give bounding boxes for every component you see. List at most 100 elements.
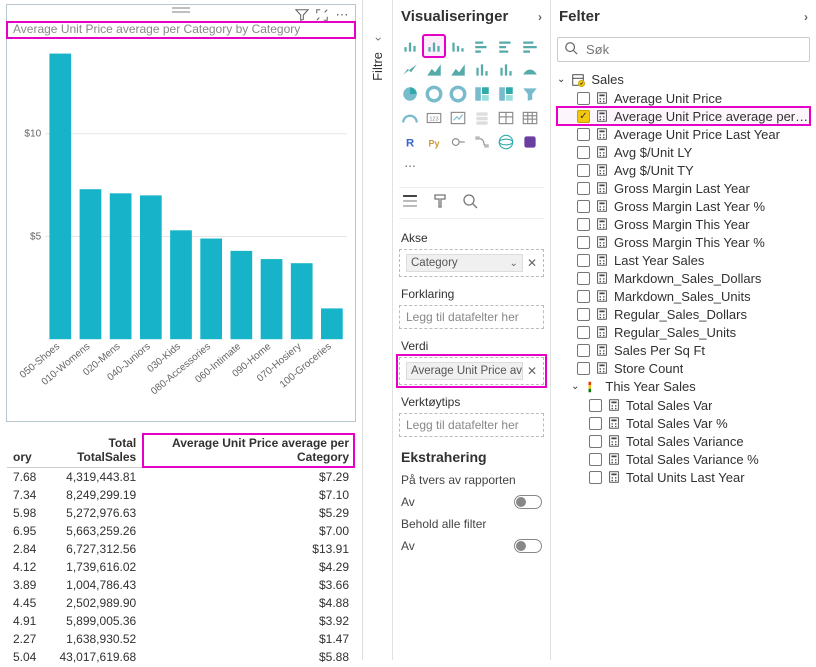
field-checkbox[interactable] xyxy=(577,128,590,141)
chevron-left-icon[interactable]: ‹ xyxy=(371,25,385,54)
viz-type-button[interactable] xyxy=(399,59,421,81)
table-node[interactable]: ⌄Sales xyxy=(557,70,810,89)
focus-mode-icon[interactable] xyxy=(315,8,329,22)
field-checkbox[interactable] xyxy=(589,435,602,448)
search-input[interactable] xyxy=(584,41,803,58)
viz-type-button[interactable] xyxy=(495,83,517,105)
field-item[interactable]: Average Unit Price Last Year xyxy=(557,125,810,143)
table-row[interactable]: 4.915,899,005.36$3.92 xyxy=(7,612,355,630)
viz-type-button[interactable] xyxy=(423,59,445,81)
legend-well[interactable]: Legg til datafelter her xyxy=(399,305,544,329)
bar-050-Shoes[interactable] xyxy=(49,54,71,340)
table-header[interactable]: Average Unit Price average per Category xyxy=(142,433,355,468)
filters-tab-label[interactable]: Filtre xyxy=(370,52,385,83)
field-checkbox[interactable] xyxy=(577,164,590,177)
keep-filters-toggle[interactable] xyxy=(514,539,542,553)
field-item[interactable]: Avg $/Unit TY xyxy=(557,161,810,179)
table-node[interactable]: ⌄This Year Sales xyxy=(557,377,810,396)
table-row[interactable]: 2.271,638,930.52$1.47 xyxy=(7,630,355,648)
field-checkbox[interactable] xyxy=(577,200,590,213)
remove-field-icon[interactable]: ✕ xyxy=(527,256,537,270)
field-item[interactable]: Gross Margin Last Year % xyxy=(557,197,810,215)
field-checkbox[interactable] xyxy=(577,362,590,375)
viz-type-button[interactable] xyxy=(495,131,517,153)
bar-040-Juniors[interactable] xyxy=(140,195,162,339)
field-item[interactable]: Total Sales Var xyxy=(557,396,810,414)
field-checkbox[interactable] xyxy=(577,326,590,339)
cross-report-toggle[interactable] xyxy=(514,495,542,509)
viz-type-button[interactable] xyxy=(519,59,541,81)
value-well[interactable]: Average Unit Price avera ⌄ ✕ xyxy=(399,357,544,385)
table-row[interactable]: 6.955,663,259.26$7.00 xyxy=(7,522,355,540)
field-item[interactable]: Total Sales Var % xyxy=(557,414,810,432)
viz-type-button[interactable] xyxy=(471,59,493,81)
fields-search[interactable] xyxy=(557,37,810,62)
field-checkbox[interactable] xyxy=(577,236,590,249)
viz-type-button[interactable] xyxy=(471,35,493,57)
analytics-tab-icon[interactable] xyxy=(461,192,479,210)
format-tab-icon[interactable] xyxy=(431,192,449,210)
field-item[interactable]: Markdown_Sales_Units xyxy=(557,287,810,305)
field-item[interactable]: Markdown_Sales_Dollars xyxy=(557,269,810,287)
field-item[interactable]: Gross Margin Last Year xyxy=(557,179,810,197)
viz-type-button[interactable] xyxy=(471,107,493,129)
table-header[interactable]: Total TotalSales xyxy=(42,433,142,468)
filter-icon[interactable] xyxy=(295,8,309,22)
table-row[interactable]: 4.121,739,616.02$4.29 xyxy=(7,558,355,576)
field-item[interactable]: Gross Margin This Year % xyxy=(557,233,810,251)
viz-type-button[interactable] xyxy=(495,107,517,129)
field-checkbox[interactable] xyxy=(577,218,590,231)
viz-type-button[interactable] xyxy=(471,83,493,105)
bar-030-Kids[interactable] xyxy=(170,230,192,339)
table-header[interactable]: ory xyxy=(7,433,42,468)
viz-type-button[interactable]: Py xyxy=(423,131,445,153)
table-row[interactable]: 4.452,502,989.90$4.88 xyxy=(7,594,355,612)
field-checkbox[interactable] xyxy=(577,272,590,285)
field-item[interactable]: Regular_Sales_Dollars xyxy=(557,305,810,323)
viz-type-button[interactable] xyxy=(519,107,541,129)
table-row[interactable]: 5.985,272,976.63$5.29 xyxy=(7,504,355,522)
bar-060-Intimate[interactable] xyxy=(230,251,252,339)
field-item[interactable]: Store Count xyxy=(557,359,810,377)
table-visual[interactable]: oryTotal TotalSalesAverage Unit Price av… xyxy=(6,432,356,667)
field-checkbox[interactable] xyxy=(577,290,590,303)
field-item[interactable]: Last Year Sales xyxy=(557,251,810,269)
field-item[interactable]: Total Units Last Year xyxy=(557,468,810,486)
viz-type-button[interactable] xyxy=(447,59,469,81)
field-item[interactable]: Total Sales Variance % xyxy=(557,450,810,468)
field-item[interactable]: Total Sales Variance xyxy=(557,432,810,450)
table-row[interactable]: 7.348,249,299.19$7.10 xyxy=(7,486,355,504)
viz-type-button[interactable] xyxy=(399,83,421,105)
table-row[interactable]: 7.684,319,443.81$7.29 xyxy=(7,468,355,487)
table-row[interactable]: 2.846,727,312.56$13.91 xyxy=(7,540,355,558)
field-item[interactable]: Gross Margin This Year xyxy=(557,215,810,233)
value-well-field[interactable]: Average Unit Price avera ⌄ xyxy=(406,362,523,380)
viz-type-button[interactable] xyxy=(423,83,445,105)
bar-100-Groceries[interactable] xyxy=(321,308,343,339)
more-options-icon[interactable]: ⋯ xyxy=(335,8,349,22)
viz-type-button[interactable] xyxy=(519,83,541,105)
field-item[interactable]: Avg $/Unit LY xyxy=(557,143,810,161)
bar-070-Hosiery[interactable] xyxy=(291,263,313,339)
chevron-down-icon[interactable]: ⌄ xyxy=(510,258,518,269)
field-checkbox[interactable] xyxy=(589,471,602,484)
viz-type-button[interactable] xyxy=(423,35,445,57)
field-checkbox[interactable] xyxy=(577,92,590,105)
viz-type-button[interactable] xyxy=(447,83,469,105)
axis-well-field[interactable]: Category ⌄ xyxy=(406,254,523,272)
field-checkbox[interactable] xyxy=(577,254,590,267)
field-item[interactable]: Sales Per Sq Ft xyxy=(557,341,810,359)
remove-field-icon[interactable]: ✕ xyxy=(527,364,537,378)
fields-tab-icon[interactable] xyxy=(401,192,419,210)
field-checkbox[interactable] xyxy=(577,182,590,195)
bar-080-Accessories[interactable] xyxy=(200,239,222,340)
field-item[interactable]: Average Unit Price xyxy=(557,89,810,107)
viz-type-button[interactable] xyxy=(519,131,541,153)
table-row[interactable]: 5.0443,017,619.68$5.88 xyxy=(7,648,355,666)
viz-type-button[interactable] xyxy=(495,59,517,81)
viz-type-button[interactable] xyxy=(447,107,469,129)
field-item[interactable]: Regular_Sales_Units xyxy=(557,323,810,341)
chart-visual[interactable]: ⋯ Average Unit Price average per Categor… xyxy=(6,4,356,422)
tooltip-well[interactable]: Legg til datafelter her xyxy=(399,413,544,437)
collapsed-filter-pane[interactable]: ‹ Filtre xyxy=(362,0,392,660)
